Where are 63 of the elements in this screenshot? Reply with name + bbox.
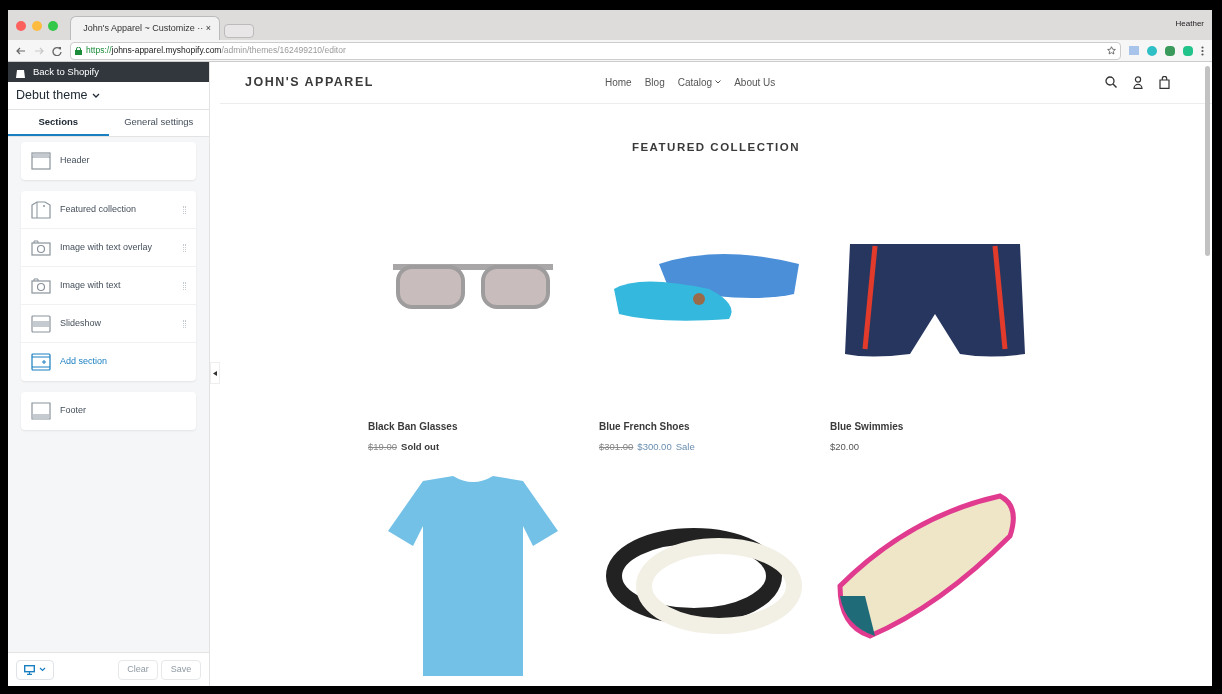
star-icon[interactable] <box>1107 46 1116 55</box>
chevron-down-icon <box>91 93 100 98</box>
nav-link[interactable]: Catalog <box>677 74 722 90</box>
profile-name[interactable]: Heather <box>1175 18 1204 30</box>
camera-icon <box>31 238 51 257</box>
section-item[interactable]: Image with text <box>21 267 196 305</box>
extension-icon[interactable] <box>1183 45 1193 56</box>
sale-price: $300.00 <box>637 439 672 454</box>
slideshow-layout-icon <box>31 314 51 333</box>
collection-layout-icon <box>31 200 51 219</box>
nav-link[interactable]: Blog <box>644 74 665 90</box>
theme-selector[interactable]: Debut theme <box>8 82 209 110</box>
reload-icon[interactable] <box>52 45 62 56</box>
nav-link[interactable]: About Us <box>734 74 776 90</box>
product-name[interactable]: Blue Swimmies <box>830 418 1039 434</box>
drag-handle-icon[interactable] <box>183 319 186 328</box>
section-item[interactable]: Slideshow <box>21 305 196 343</box>
chevron-down-icon <box>715 80 722 85</box>
tab-title: John's Apparel ~ Customize ·· × <box>83 21 211 35</box>
forward-icon[interactable] <box>34 46 44 55</box>
footer-layout-icon <box>31 402 51 420</box>
drag-handle-icon[interactable] <box>183 281 186 290</box>
back-to-shopify-bar[interactable]: Back to Shopify <box>8 62 209 82</box>
section-item[interactable]: Footer <box>21 392 196 430</box>
sidebar-tab[interactable]: General settings <box>108 110 209 136</box>
section-item[interactable]: Header <box>21 142 196 180</box>
browser-tab[interactable]: John's Apparel ~ Customize ·· × <box>70 16 220 40</box>
header-layout-icon <box>31 152 51 170</box>
compare-price: $301.00 <box>599 439 634 454</box>
account-icon[interactable] <box>1133 75 1143 89</box>
product-name[interactable]: Blue French Shoes <box>599 418 808 434</box>
cart-bag-icon[interactable] <box>1159 75 1170 89</box>
product-name[interactable]: Black Ban Glasses <box>368 418 577 434</box>
search-icon[interactable] <box>1105 76 1117 89</box>
camera-icon <box>31 276 51 295</box>
menu-icon[interactable] <box>1201 45 1204 56</box>
lock-icon <box>75 46 82 55</box>
back-icon[interactable] <box>16 46 26 55</box>
address-bar[interactable]: https://johns-apparel.myshopify.com/admin/themes/162499210/editor <box>70 41 1121 60</box>
desktop-icon <box>24 664 35 675</box>
device-preview-button[interactable] <box>16 659 54 680</box>
collapse-sidebar-button[interactable] <box>210 362 220 384</box>
triangle-left-icon <box>213 370 217 376</box>
section-item[interactable]: Featured collection <box>21 191 196 229</box>
extension-icon[interactable] <box>1165 45 1175 56</box>
drag-handle-icon[interactable] <box>183 205 186 214</box>
nav-link[interactable]: Home <box>605 74 632 90</box>
extension-icon[interactable] <box>1147 45 1157 56</box>
new-tab-button[interactable] <box>224 24 254 38</box>
compare-price: $19.00 <box>368 439 398 454</box>
scrollbar-thumb[interactable] <box>1205 66 1210 256</box>
drag-handle-icon[interactable] <box>183 243 186 252</box>
product-price: $20.00 <box>830 439 860 454</box>
sold-out-label: Sold out <box>401 439 440 454</box>
add-section-icon <box>31 353 51 371</box>
store-logo[interactable]: JOHN'S APPAREL <box>245 72 605 92</box>
add-section-button[interactable]: Add section <box>21 343 196 381</box>
sidebar-tab[interactable]: Sections <box>8 110 109 136</box>
chevron-down-icon <box>39 667 46 672</box>
section-heading: FEATURED COLLECTION <box>630 139 802 155</box>
section-item[interactable]: Image with text overlay <box>21 229 196 267</box>
url-text: https://johns-apparel.myshopify.com/admin/themes/162499210/editor <box>86 44 346 57</box>
sale-label: Sale <box>675 439 695 454</box>
